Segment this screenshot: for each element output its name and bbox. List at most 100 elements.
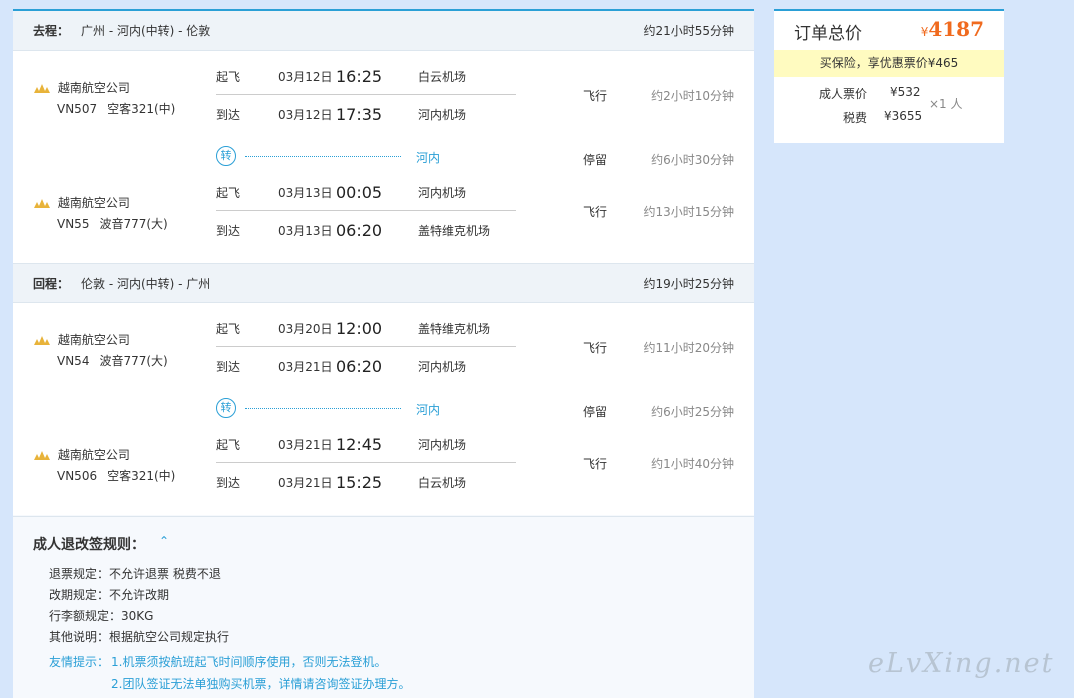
departure-label: 起飞 [216,186,241,200]
flight-duration: 约1小时40分钟 [651,457,734,471]
transfer-line [245,156,401,157]
flight-duration: 约11小时20分钟 [643,341,734,355]
outbound-route: 广州 - 河内(中转) - 伦敦 [81,24,211,38]
rules-title: 成人退改签规则： [33,537,145,553]
arrival-airport: 白云机场 [418,475,467,490]
transfer-city: 河内 [416,151,441,165]
arrival-label: 到达 [216,107,241,122]
stopover-label: 停留 [583,405,608,419]
aircraft-type: 空客321(中) [107,469,176,483]
arrival-label: 到达 [216,359,241,374]
departure-row: 起飞 03月20日 12:00 盖特维克机场 [216,311,516,347]
arrival-time: 06:20 [336,220,383,240]
departure-airport: 河内机场 [418,438,467,452]
return-route: 伦敦 - 河内(中转) - 广州 [81,276,211,291]
airline-info: 越南航空公司 VN507 空客321(中) [33,79,175,117]
airline-info: 越南航空公司 VN54 波音777(大) [33,331,168,369]
airline-name: 越南航空公司 [57,333,130,347]
departure-airport: 河内机场 [418,186,467,200]
return-body: 越南航空公司 VN54 波音777(大) 起飞 03月20日 12:00 盖特维克… [13,303,754,515]
departure-date: 03月20日 [278,322,333,336]
adult-price-label: 成人票价 [819,87,868,101]
aircraft-type: 空客321(中) [107,102,176,116]
fly-label: 飞行 [583,205,608,219]
departure-time: 12:45 [336,435,383,454]
transfer-row: 转 河内 停留 约6小时25分钟 [13,390,754,429]
return-header: 回程： 伦敦 - 河内(中转) - 广州 约19小时25分钟 [13,263,754,303]
fly-label: 飞行 [583,89,608,103]
return-total-duration: 约19小时25分钟 [643,276,734,291]
insurance-promo[interactable]: 买保险，享优惠票价¥465 [774,50,1004,77]
collapse-chevron-icon[interactable]: ⌃ [159,534,169,548]
arrival-date: 03月12日 [278,107,333,122]
departure-airport: 盖特维克机场 [418,322,491,336]
flight-number: VN55 [57,217,90,231]
airline-name: 越南航空公司 [57,196,130,210]
refund-change-rules: 成人退改签规则： ⌃ 退票规定：不允许退票 税费不退 改期规定：不允许改期 行李… [13,516,754,698]
stopover-label: 停留 [583,153,608,167]
arrival-date: 03月13日 [278,223,333,238]
departure-date: 03月13日 [278,186,333,200]
change-rule: 改期规定：不允许改期 [49,588,170,602]
airline-info: 越南航空公司 VN506 空客321(中) [33,446,175,484]
airline-name: 越南航空公司 [57,81,130,95]
flight-leg: 越南航空公司 VN507 空客321(中) 起飞 03月12日 16:25 白云机… [13,51,754,138]
flight-leg: 越南航空公司 VN55 波音777(大) 起飞 03月13日 00:05 河内机场… [13,177,754,263]
departure-time: 16:25 [336,67,383,86]
airline-lotus-icon [34,83,50,93]
flight-leg: 越南航空公司 VN54 波音777(大) 起飞 03月20日 12:00 盖特维克… [13,303,754,390]
watermark: eLvXing.net [868,648,1055,679]
other-rule: 其他说明：根据航空公司规定执行 [49,630,230,644]
transfer-badge: 转 [216,398,236,418]
outbound-total-duration: 约21小时55分钟 [643,24,734,38]
arrival-row: 到达 03月21日 06:20 河内机场 [216,348,516,384]
flight-duration: 约13小时15分钟 [643,205,734,219]
fly-label: 飞行 [583,457,608,471]
stopover-duration: 约6小时25分钟 [651,405,734,419]
arrival-time: 06:20 [336,356,383,376]
arrival-row: 到达 03月12日 17:35 河内机场 [216,96,516,132]
refund-rule: 退票规定：不允许退票 税费不退 [49,567,221,581]
flight-number: VN506 [57,469,98,483]
itinerary-panel: 去程： 广州 - 河内(中转) - 伦敦 约21小时55分钟 越南航空公司 VN… [13,9,754,698]
departure-airport: 白云机场 [418,70,467,84]
arrival-label: 到达 [216,223,241,238]
stopover-duration: 约6小时30分钟 [651,153,734,167]
departure-label: 起飞 [216,70,241,84]
arrival-label: 到达 [216,475,241,490]
arrival-time: 17:35 [336,104,383,124]
arrival-date: 03月21日 [278,359,333,374]
airline-info: 越南航空公司 VN55 波音777(大) [33,194,168,232]
aircraft-type: 波音777(大) [99,217,168,231]
tip-item: 2.团队签证无法单独购买机票，详情请咨询签证办理方。 [111,677,411,691]
passenger-multiplier: ×1 人 [929,97,963,111]
departure-row: 起飞 03月13日 00:05 河内机场 [216,175,516,211]
fly-label: 飞行 [583,341,608,355]
aircraft-type: 波音777(大) [99,354,168,368]
tip-item: 1.机票须按航班起飞时间顺序使用，否则无法登机。 [111,655,387,669]
arrival-date: 03月21日 [278,475,333,490]
tax-price: ¥3655 [884,109,923,123]
flight-duration: 约2小时10分钟 [651,89,734,103]
flight-number: VN507 [57,102,98,116]
arrival-airport: 河内机场 [418,107,467,122]
order-total-price: ¥4187 [921,17,984,41]
departure-label: 起飞 [216,438,241,452]
departure-date: 03月12日 [278,70,333,84]
departure-row: 起飞 03月21日 12:45 河内机场 [216,427,516,463]
airline-name: 越南航空公司 [57,448,130,462]
return-label: 回程： [33,276,70,291]
outbound-body: 越南航空公司 VN507 空客321(中) 起飞 03月12日 16:25 白云机… [13,51,754,263]
airline-lotus-icon [34,198,50,208]
transfer-row: 转 河内 停留 约6小时30分钟 [13,138,754,177]
order-title: 订单总价 [794,24,862,44]
transfer-badge: 转 [216,146,236,166]
arrival-airport: 河内机场 [418,359,467,374]
adult-price: ¥532 [890,85,921,99]
departure-date: 03月21日 [278,438,333,452]
transfer-city: 河内 [416,403,441,417]
flight-number: VN54 [57,354,90,368]
airline-lotus-icon [34,450,50,460]
arrival-row: 到达 03月21日 15:25 白云机场 [216,464,516,500]
arrival-row: 到达 03月13日 06:20 盖特维克机场 [216,212,516,248]
